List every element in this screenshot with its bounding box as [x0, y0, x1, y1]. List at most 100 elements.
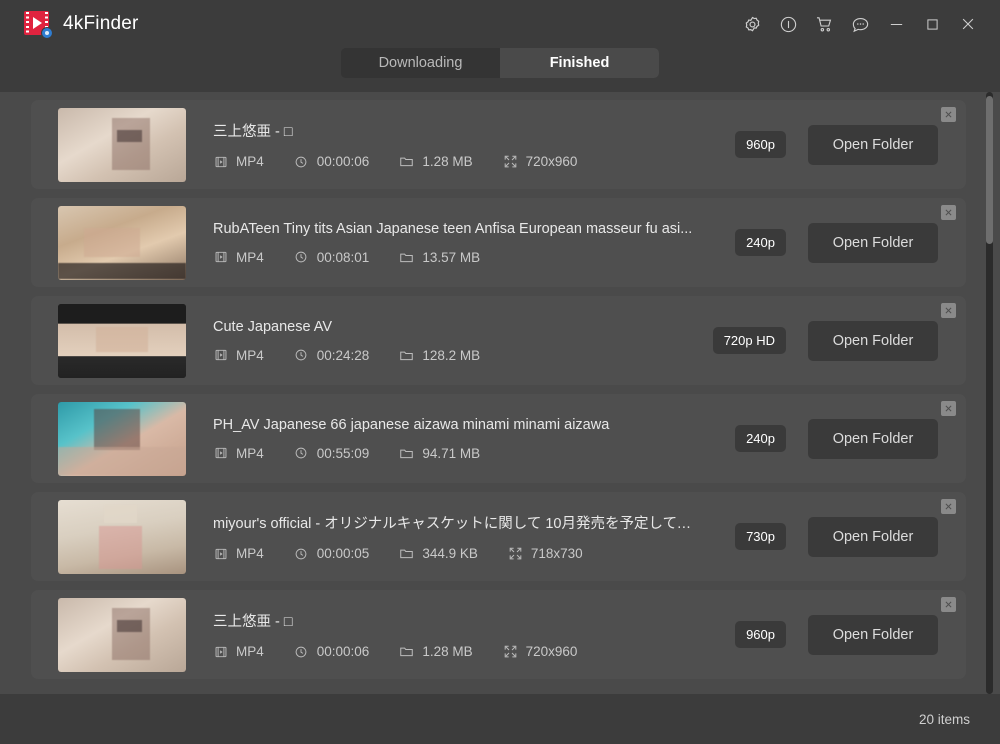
meta-format-value: MP4	[236, 546, 264, 561]
minimize-button[interactable]	[878, 7, 914, 41]
open-folder-button[interactable]: Open Folder	[808, 517, 938, 557]
video-file-icon	[213, 250, 228, 265]
meta-duration: 00:24:28	[294, 348, 370, 363]
app-title: 4kFinder	[63, 13, 139, 35]
meta-format: MP4	[213, 250, 264, 265]
item-title[interactable]: RubATeen Tiny tits Asian Japanese teen A…	[213, 221, 693, 237]
remove-item-button[interactable]	[941, 107, 956, 122]
video-file-icon	[213, 644, 228, 659]
item-title[interactable]: 三上悠亜 - □	[213, 120, 693, 141]
item-info: Cute Japanese AV MP4	[186, 319, 713, 363]
clock-icon	[294, 446, 309, 461]
resolution-icon	[503, 644, 518, 659]
meta-duration-value: 00:00:06	[317, 154, 370, 169]
download-list-panel: 三上悠亜 - □ MP4	[0, 92, 1000, 694]
item-title[interactable]: Cute Japanese AV	[213, 319, 693, 335]
item-title[interactable]: miyour's official - オリジナルキャスケットに関して 10月発…	[213, 512, 693, 533]
open-folder-button[interactable]: Open Folder	[808, 223, 938, 263]
meta-resolution-value: 718x730	[531, 546, 583, 561]
meta-format-value: MP4	[236, 348, 264, 363]
resolution-icon	[503, 154, 518, 169]
remove-item-button[interactable]	[941, 303, 956, 318]
tab-downloading[interactable]: Downloading	[341, 48, 500, 78]
meta-format-value: MP4	[236, 446, 264, 461]
list-item[interactable]: 三上悠亜 - □ MP4	[31, 100, 966, 189]
list-item[interactable]: 三上悠亜 - □ MP4	[31, 590, 966, 679]
quality-badge: 960p	[735, 621, 786, 648]
item-title[interactable]: PH_AV Japanese 66 japanese aizawa minami…	[213, 417, 693, 433]
open-folder-button[interactable]: Open Folder	[808, 615, 938, 655]
item-title[interactable]: 三上悠亜 - □	[213, 610, 693, 631]
item-meta: MP4 00:08:01	[213, 250, 721, 265]
clock-icon	[294, 154, 309, 169]
meta-duration-value: 00:00:05	[317, 546, 370, 561]
meta-size-value: 128.2 MB	[422, 348, 480, 363]
video-thumbnail[interactable]	[58, 500, 186, 574]
meta-duration-value: 00:08:01	[317, 250, 370, 265]
quality-badge: 730p	[735, 523, 786, 550]
list-item[interactable]: Cute Japanese AV MP4	[31, 296, 966, 385]
info-button[interactable]	[770, 7, 806, 41]
quality-badge: 240p	[735, 425, 786, 452]
open-folder-button[interactable]: Open Folder	[808, 125, 938, 165]
list-item[interactable]: PH_AV Japanese 66 japanese aizawa minami…	[31, 394, 966, 483]
meta-format-value: MP4	[236, 250, 264, 265]
app-brand: 4kFinder	[24, 11, 139, 37]
remove-item-button[interactable]	[941, 401, 956, 416]
meta-size-value: 344.9 KB	[422, 546, 478, 561]
meta-format-value: MP4	[236, 154, 264, 169]
window-controls	[734, 7, 986, 41]
item-info: PH_AV Japanese 66 japanese aizawa minami…	[186, 417, 735, 461]
clock-icon	[294, 348, 309, 363]
status-bar: 20 items	[0, 694, 1000, 744]
folder-icon	[399, 644, 414, 659]
quality-badge: 960p	[735, 131, 786, 158]
meta-duration: 00:55:09	[294, 446, 370, 461]
tab-bar: Downloading Finished	[0, 48, 1000, 92]
remove-item-button[interactable]	[941, 499, 956, 514]
item-meta: MP4 00:55:09	[213, 446, 721, 461]
meta-resolution: 720x960	[503, 154, 578, 169]
scrollbar-track[interactable]	[986, 92, 993, 694]
app-window: 4kFinder	[0, 0, 1000, 744]
meta-duration-value: 00:55:09	[317, 446, 370, 461]
meta-size: 1.28 MB	[399, 154, 472, 169]
meta-resolution-value: 720x960	[526, 154, 578, 169]
meta-duration: 00:08:01	[294, 250, 370, 265]
settings-button[interactable]	[734, 7, 770, 41]
meta-size-value: 13.57 MB	[422, 250, 480, 265]
meta-format: MP4	[213, 546, 264, 561]
quality-badge: 240p	[735, 229, 786, 256]
video-thumbnail[interactable]	[58, 304, 186, 378]
feedback-button[interactable]	[842, 7, 878, 41]
video-thumbnail[interactable]	[58, 598, 186, 672]
remove-item-button[interactable]	[941, 597, 956, 612]
clock-icon	[294, 644, 309, 659]
remove-item-button[interactable]	[941, 205, 956, 220]
video-thumbnail[interactable]	[58, 402, 186, 476]
item-info: 三上悠亜 - □ MP4	[186, 610, 735, 659]
list-item[interactable]: miyour's official - オリジナルキャスケットに関して 10月発…	[31, 492, 966, 581]
meta-duration-value: 00:00:06	[317, 644, 370, 659]
meta-duration: 00:00:05	[294, 546, 370, 561]
close-button[interactable]	[950, 7, 986, 41]
item-count-label: 20 items	[919, 712, 970, 727]
meta-format: MP4	[213, 644, 264, 659]
meta-format: MP4	[213, 154, 264, 169]
folder-icon	[399, 546, 414, 561]
maximize-button[interactable]	[914, 7, 950, 41]
item-meta: MP4 00:24:28	[213, 348, 699, 363]
meta-size: 344.9 KB	[399, 546, 478, 561]
video-file-icon	[213, 348, 228, 363]
open-folder-button[interactable]: Open Folder	[808, 321, 938, 361]
tab-finished[interactable]: Finished	[500, 48, 659, 78]
open-folder-button[interactable]: Open Folder	[808, 419, 938, 459]
meta-size: 94.71 MB	[399, 446, 480, 461]
list-item[interactable]: RubATeen Tiny tits Asian Japanese teen A…	[31, 198, 966, 287]
cart-button[interactable]	[806, 7, 842, 41]
video-thumbnail[interactable]	[58, 108, 186, 182]
meta-resolution: 720x960	[503, 644, 578, 659]
scrollbar-thumb[interactable]	[986, 96, 993, 244]
item-info: RubATeen Tiny tits Asian Japanese teen A…	[186, 221, 735, 265]
video-thumbnail[interactable]	[58, 206, 186, 280]
